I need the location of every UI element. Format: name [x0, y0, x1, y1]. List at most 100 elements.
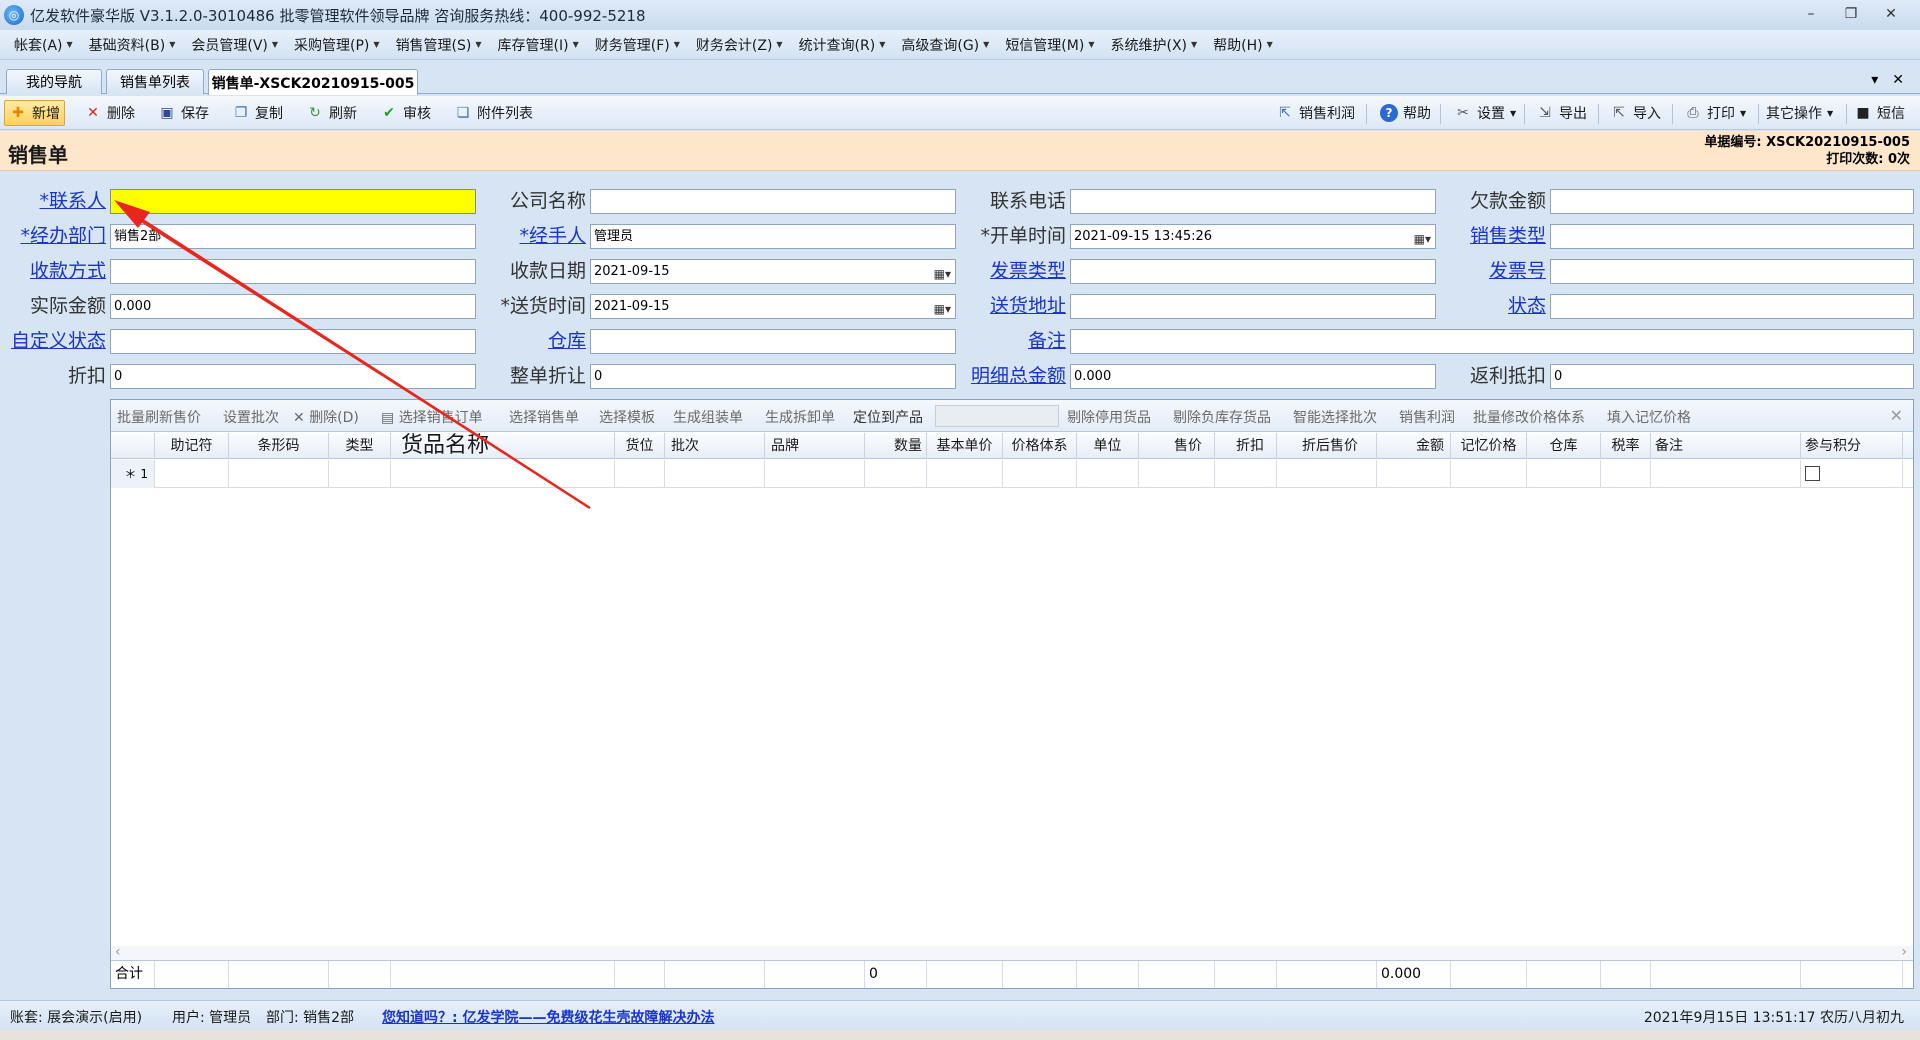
- grid-delete-button[interactable]: ✕ 删除(D): [293, 407, 359, 427]
- menu-accounting[interactable]: 财务会计(Z) ▼: [688, 35, 791, 55]
- invoice-type-label[interactable]: 发票类型: [962, 258, 1066, 284]
- save-button[interactable]: ▣ 保存: [154, 100, 213, 126]
- menu-help[interactable]: 帮助(H) ▼: [1205, 35, 1281, 55]
- remove-disabled-button[interactable]: 剔除停用货品: [1067, 407, 1151, 427]
- rebate-input[interactable]: 0: [1550, 364, 1914, 389]
- col-brand[interactable]: 品牌: [765, 433, 865, 459]
- company-input[interactable]: [590, 189, 956, 214]
- col-price[interactable]: 售价: [1139, 433, 1215, 459]
- col-points[interactable]: 参与积分: [1801, 433, 1903, 459]
- actual-amount-input[interactable]: 0.000: [110, 294, 476, 319]
- select-sales-doc-button[interactable]: 选择销售单: [509, 407, 579, 427]
- menu-statistics[interactable]: 统计查询(R) ▼: [791, 35, 894, 55]
- scroll-left-icon[interactable]: ‹: [115, 944, 121, 960]
- col-amount[interactable]: 金额: [1377, 433, 1451, 459]
- menu-purchase[interactable]: 采购管理(P) ▼: [286, 35, 388, 55]
- status-input[interactable]: [1550, 294, 1914, 319]
- col-remark[interactable]: 备注: [1651, 433, 1801, 459]
- other-ops-button[interactable]: 其它操作 ▼: [1762, 100, 1837, 126]
- col-type[interactable]: 类型: [329, 433, 391, 459]
- cell-batch[interactable]: [665, 460, 765, 488]
- remove-negative-stock-button[interactable]: 剔除负库存货品: [1173, 407, 1271, 427]
- order-discount-input[interactable]: 0: [590, 364, 956, 389]
- col-discount[interactable]: 折扣: [1215, 433, 1277, 459]
- tab-my-navigation[interactable]: 我的导航: [6, 69, 102, 94]
- remark-input[interactable]: [1070, 329, 1914, 354]
- cell-location[interactable]: [615, 460, 665, 488]
- status-label[interactable]: 状态: [1442, 293, 1546, 319]
- col-warehouse[interactable]: 仓库: [1527, 433, 1601, 459]
- cell-type[interactable]: [329, 460, 391, 488]
- cell-brand[interactable]: [765, 460, 865, 488]
- warehouse-label[interactable]: 仓库: [482, 328, 586, 354]
- tip-link[interactable]: 您知道吗？: 亿发学院——免费级花生壳故障解决办法: [382, 1007, 714, 1027]
- remark-label[interactable]: 备注: [962, 328, 1066, 354]
- cell-price-system[interactable]: [1003, 460, 1077, 488]
- cell-warehouse[interactable]: [1527, 460, 1601, 488]
- close-window-button[interactable]: ✕: [1878, 4, 1904, 24]
- calendar-dropdown-icon[interactable]: ▦▾: [934, 298, 951, 318]
- invoice-type-input[interactable]: [1070, 259, 1436, 284]
- scroll-right-icon[interactable]: ›: [1901, 944, 1907, 960]
- col-mnemonic[interactable]: 助记符: [155, 433, 229, 459]
- minimize-button[interactable]: –: [1798, 4, 1824, 24]
- cell-quantity[interactable]: [865, 460, 927, 488]
- menu-finance[interactable]: 财务管理(F) ▼: [587, 35, 688, 55]
- custom-status-input[interactable]: [110, 329, 476, 354]
- invoice-no-label[interactable]: 发票号: [1442, 258, 1546, 284]
- col-price-system[interactable]: 价格体系: [1003, 433, 1077, 459]
- menu-base-data[interactable]: 基础资料(B) ▼: [81, 35, 184, 55]
- cell-discounted-price[interactable]: [1277, 460, 1377, 488]
- cell-amount[interactable]: [1377, 460, 1451, 488]
- handler-input[interactable]: 管理员: [590, 224, 956, 249]
- menu-inventory[interactable]: 库存管理(I) ▼: [490, 35, 587, 55]
- payment-method-input[interactable]: [110, 259, 476, 284]
- locate-product-input[interactable]: [935, 405, 1059, 427]
- print-button[interactable]: ⎙ 打印 ▼: [1680, 100, 1750, 126]
- contact-input[interactable]: [110, 189, 476, 214]
- cell-mnemonic[interactable]: [155, 460, 229, 488]
- phone-input[interactable]: [1070, 189, 1436, 214]
- cell-remark[interactable]: [1651, 460, 1801, 488]
- settings-button[interactable]: ✂ 设置 ▼: [1450, 100, 1520, 126]
- grid-settings-icon[interactable]: ✕: [1890, 406, 1903, 425]
- import-button[interactable]: ⇱ 导入: [1606, 100, 1665, 126]
- fill-remembered-price-button[interactable]: 填入记忆价格: [1607, 407, 1691, 427]
- sms-button[interactable]: ■ 短信: [1850, 100, 1909, 126]
- col-remembered-price[interactable]: 记忆价格: [1451, 433, 1527, 459]
- grid-sales-profit-button[interactable]: 销售利润: [1399, 407, 1455, 427]
- set-batch-button[interactable]: 设置批次: [223, 407, 279, 427]
- cell-barcode[interactable]: [229, 460, 329, 488]
- col-product-name[interactable]: 货品名称: [391, 433, 615, 459]
- copy-button[interactable]: ❐ 复制: [228, 100, 287, 126]
- menu-member[interactable]: 会员管理(V) ▼: [183, 35, 286, 55]
- menu-account[interactable]: 帐套(A) ▼: [6, 35, 81, 55]
- sales-type-input[interactable]: [1550, 224, 1914, 249]
- cell-tax-rate[interactable]: [1601, 460, 1651, 488]
- sales-type-label[interactable]: 销售类型: [1442, 223, 1546, 249]
- calendar-dropdown-icon[interactable]: ▦▾: [1414, 228, 1431, 248]
- tab-sales-order[interactable]: 销售单-XSCK20210915-005: [208, 69, 418, 95]
- arrears-input[interactable]: [1550, 189, 1914, 214]
- delivery-address-input[interactable]: [1070, 294, 1436, 319]
- cell-unit[interactable]: [1077, 460, 1139, 488]
- order-time-picker[interactable]: 2021-09-15 13:45:26 ▦▾: [1070, 224, 1436, 249]
- audit-button[interactable]: ✔ 审核: [376, 100, 435, 126]
- points-checkbox[interactable]: [1805, 466, 1820, 481]
- menu-sales[interactable]: 销售管理(S) ▼: [388, 35, 490, 55]
- discount-input[interactable]: 0: [110, 364, 476, 389]
- cell-discount[interactable]: [1215, 460, 1277, 488]
- delete-button[interactable]: ✕ 删除: [80, 100, 139, 126]
- tab-sales-list[interactable]: 销售单列表: [106, 69, 204, 94]
- payment-method-label[interactable]: 收款方式: [2, 258, 106, 284]
- select-template-button[interactable]: 选择模板: [599, 407, 655, 427]
- invoice-no-input[interactable]: [1550, 259, 1914, 284]
- gen-assembly-button[interactable]: 生成组装单: [673, 407, 743, 427]
- col-tax-rate[interactable]: 税率: [1601, 433, 1651, 459]
- restore-button[interactable]: ❐: [1838, 4, 1864, 24]
- tab-list-dropdown-icon[interactable]: ▾: [1871, 72, 1878, 88]
- cell-remembered-price[interactable]: [1451, 460, 1527, 488]
- export-button[interactable]: ⇲ 导出: [1532, 100, 1591, 126]
- delivery-address-label[interactable]: 送货地址: [962, 293, 1066, 319]
- col-base-price[interactable]: 基本单价: [927, 433, 1003, 459]
